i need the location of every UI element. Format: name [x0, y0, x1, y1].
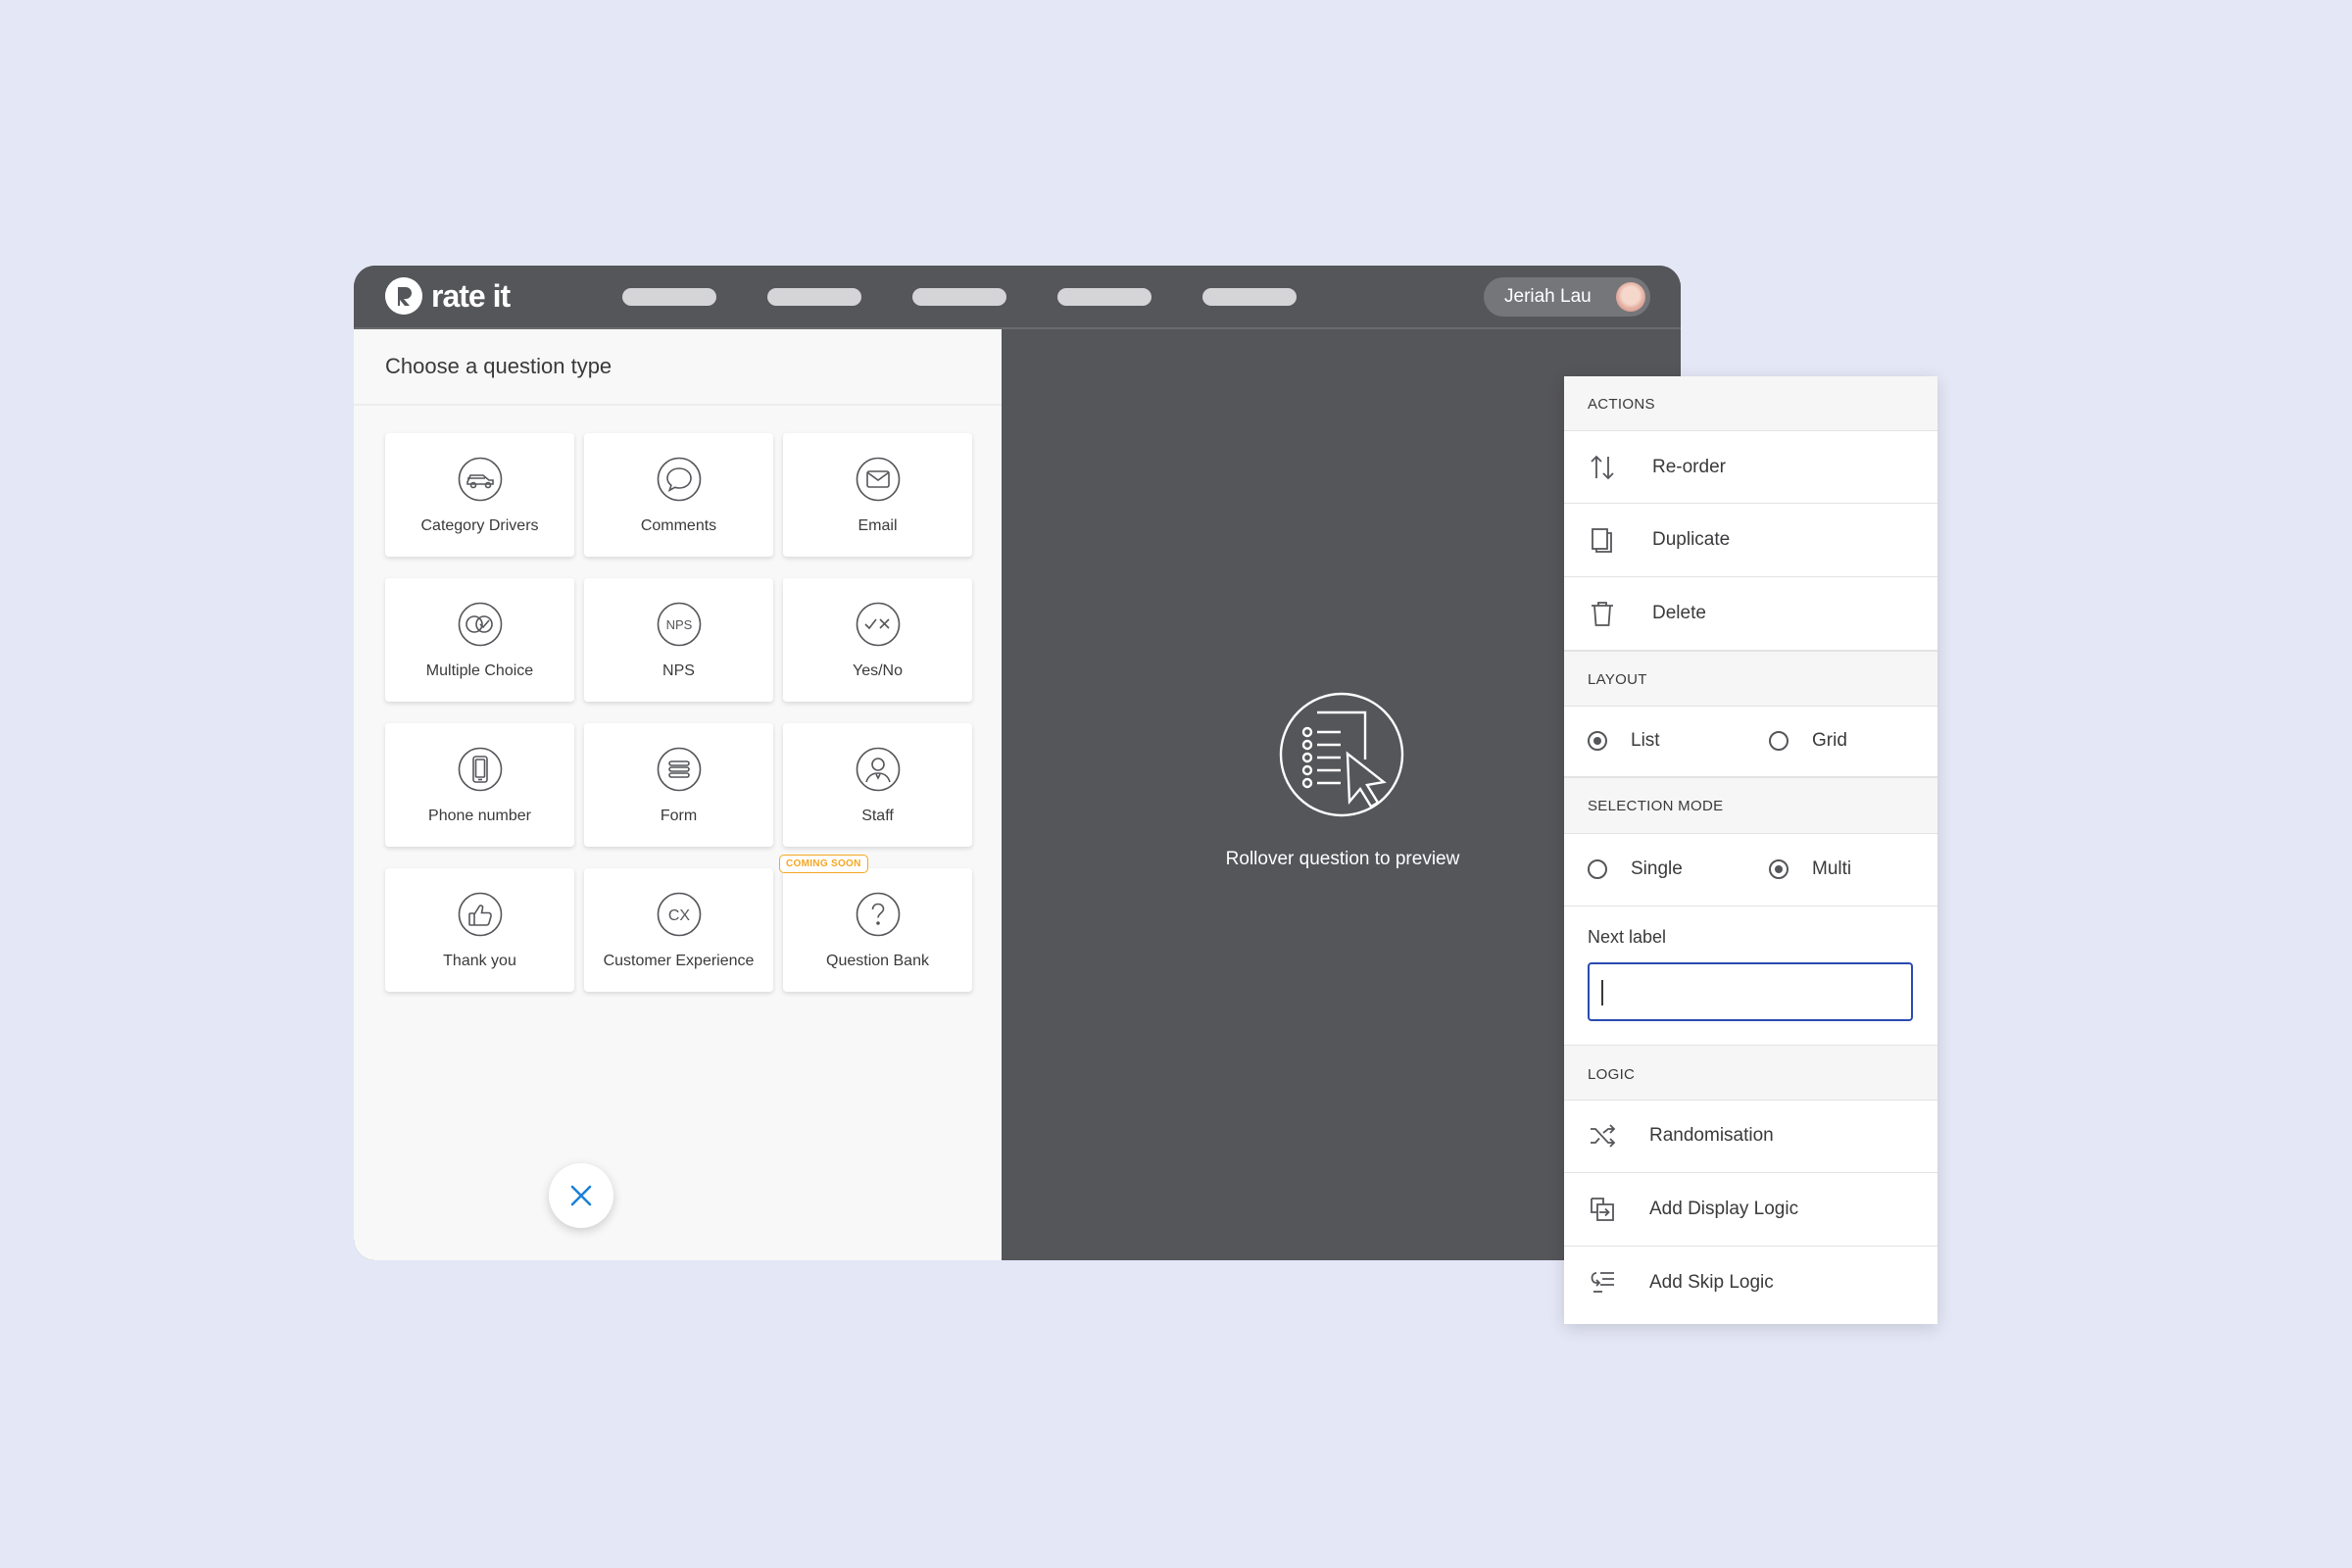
selection-title: SELECTION MODE — [1588, 798, 1724, 814]
action-delete[interactable]: Delete — [1564, 577, 1937, 651]
preview-hint: Rollover question to preview — [1225, 849, 1460, 869]
card-nps[interactable]: NPS NPS — [584, 578, 773, 702]
logic-label: Randomisation — [1649, 1125, 1774, 1146]
layout-list-label: List — [1631, 730, 1660, 751]
settings-panel: ACTIONS Re-order Duplicate Delete LAYOUT… — [1564, 376, 1937, 1324]
layout-grid-label: Grid — [1812, 730, 1847, 751]
avatar — [1616, 282, 1645, 312]
card-yes-no[interactable]: Yes/No — [783, 578, 972, 702]
card-label: Phone number — [428, 808, 531, 824]
selection-single-label: Single — [1631, 858, 1683, 879]
yes-no-icon — [856, 602, 901, 647]
card-question-bank[interactable]: COMING SOON Question Bank — [779, 855, 972, 992]
logo-text: rate it — [431, 277, 511, 314]
user-menu[interactable]: Jeriah Lau — [1484, 277, 1650, 317]
next-label-input[interactable] — [1588, 962, 1913, 1021]
display-logic-icon — [1591, 1198, 1614, 1221]
close-button[interactable] — [549, 1163, 613, 1228]
form-icon — [657, 747, 702, 792]
selection-multi-radio[interactable] — [1769, 859, 1788, 879]
nps-icon: NPS — [657, 602, 702, 647]
svg-text:NPS: NPS — [666, 617, 693, 632]
top-bar: rate it Jeriah Lau — [354, 266, 1681, 329]
text-caret — [1601, 980, 1603, 1005]
action-label: Delete — [1652, 603, 1706, 623]
layout-list-radio[interactable] — [1588, 731, 1607, 751]
actions-title: ACTIONS — [1588, 396, 1655, 413]
user-name: Jeriah Lau — [1504, 286, 1592, 307]
selection-section-header: SELECTION MODE — [1564, 777, 1937, 834]
card-label: Staff — [861, 808, 894, 824]
card-label: Category Drivers — [420, 517, 539, 534]
list-cursor-icon — [1279, 692, 1404, 817]
logic-title: LOGIC — [1588, 1066, 1636, 1083]
logo[interactable]: rate it — [385, 274, 511, 318]
layout-title: LAYOUT — [1588, 671, 1647, 688]
speech-bubble-icon — [657, 457, 702, 502]
skip-logic-icon — [1591, 1272, 1614, 1293]
action-duplicate[interactable]: Duplicate — [1564, 504, 1937, 577]
nav-item-4[interactable] — [1057, 288, 1152, 306]
layout-grid-radio[interactable] — [1769, 731, 1788, 751]
panel-title: Choose a question type — [354, 329, 1002, 406]
staff-icon — [856, 747, 901, 792]
card-label: Yes/No — [853, 662, 903, 679]
card-comments[interactable]: Comments — [584, 433, 773, 557]
action-reorder[interactable]: Re-order — [1564, 431, 1937, 504]
card-email[interactable]: Email — [783, 433, 972, 557]
card-category-drivers[interactable]: Category Drivers — [385, 433, 574, 557]
reorder-arrows-icon — [1591, 455, 1614, 480]
thumbs-up-icon — [458, 892, 503, 937]
selection-options: Single Multi — [1564, 833, 1937, 906]
actions-section-header: ACTIONS — [1564, 376, 1937, 431]
shuffle-icon — [1591, 1124, 1616, 1148]
card-label: Question Bank — [826, 953, 929, 969]
envelope-icon — [856, 457, 901, 502]
question-mark-icon — [856, 892, 901, 937]
layout-options: List Grid — [1564, 706, 1937, 777]
layout-section-header: LAYOUT — [1564, 651, 1937, 707]
nav-item-2[interactable] — [767, 288, 861, 306]
action-label: Duplicate — [1652, 529, 1731, 550]
multiple-check-icon — [458, 602, 503, 647]
card-multiple-choice[interactable]: Multiple Choice — [385, 578, 574, 702]
cx-icon: CX — [657, 892, 702, 937]
logo-mark-icon — [385, 277, 422, 315]
next-label-title: Next label — [1588, 927, 1667, 947]
card-staff[interactable]: Staff — [783, 723, 972, 847]
selection-multi-label: Multi — [1812, 858, 1852, 879]
phone-icon — [458, 747, 503, 792]
card-label: Multiple Choice — [425, 662, 534, 679]
card-thank-you[interactable]: Thank you — [385, 868, 574, 992]
logic-section-header: LOGIC — [1564, 1045, 1937, 1101]
car-icon — [458, 457, 503, 502]
action-label: Re-order — [1652, 457, 1726, 477]
trash-icon — [1592, 602, 1613, 626]
card-customer-experience[interactable]: CX Customer Experience — [584, 868, 773, 992]
logic-display-logic[interactable]: Add Display Logic — [1564, 1173, 1937, 1247]
logic-randomisation[interactable]: Randomisation — [1564, 1100, 1937, 1173]
selection-single-radio[interactable] — [1588, 859, 1607, 879]
card-label: NPS — [662, 662, 695, 679]
card-label: Email — [858, 517, 898, 534]
coming-soon-badge: COMING SOON — [779, 855, 868, 873]
duplicate-icon — [1592, 528, 1612, 553]
nav-item-1[interactable] — [622, 288, 716, 306]
close-icon — [570, 1185, 592, 1206]
card-label: Thank you — [443, 953, 516, 969]
nav-item-3[interactable] — [912, 288, 1006, 306]
card-label: Form — [660, 808, 698, 824]
logic-skip-logic[interactable]: Add Skip Logic — [1564, 1247, 1937, 1323]
svg-text:CX: CX — [668, 907, 691, 924]
card-label: Comments — [640, 517, 717, 534]
nav-item-5[interactable] — [1202, 288, 1297, 306]
logic-label: Add Display Logic — [1649, 1199, 1799, 1219]
card-phone-number[interactable]: Phone number — [385, 723, 574, 847]
logic-label: Add Skip Logic — [1649, 1272, 1774, 1293]
card-label: Customer Experience — [603, 953, 755, 969]
card-form[interactable]: Form — [584, 723, 773, 847]
